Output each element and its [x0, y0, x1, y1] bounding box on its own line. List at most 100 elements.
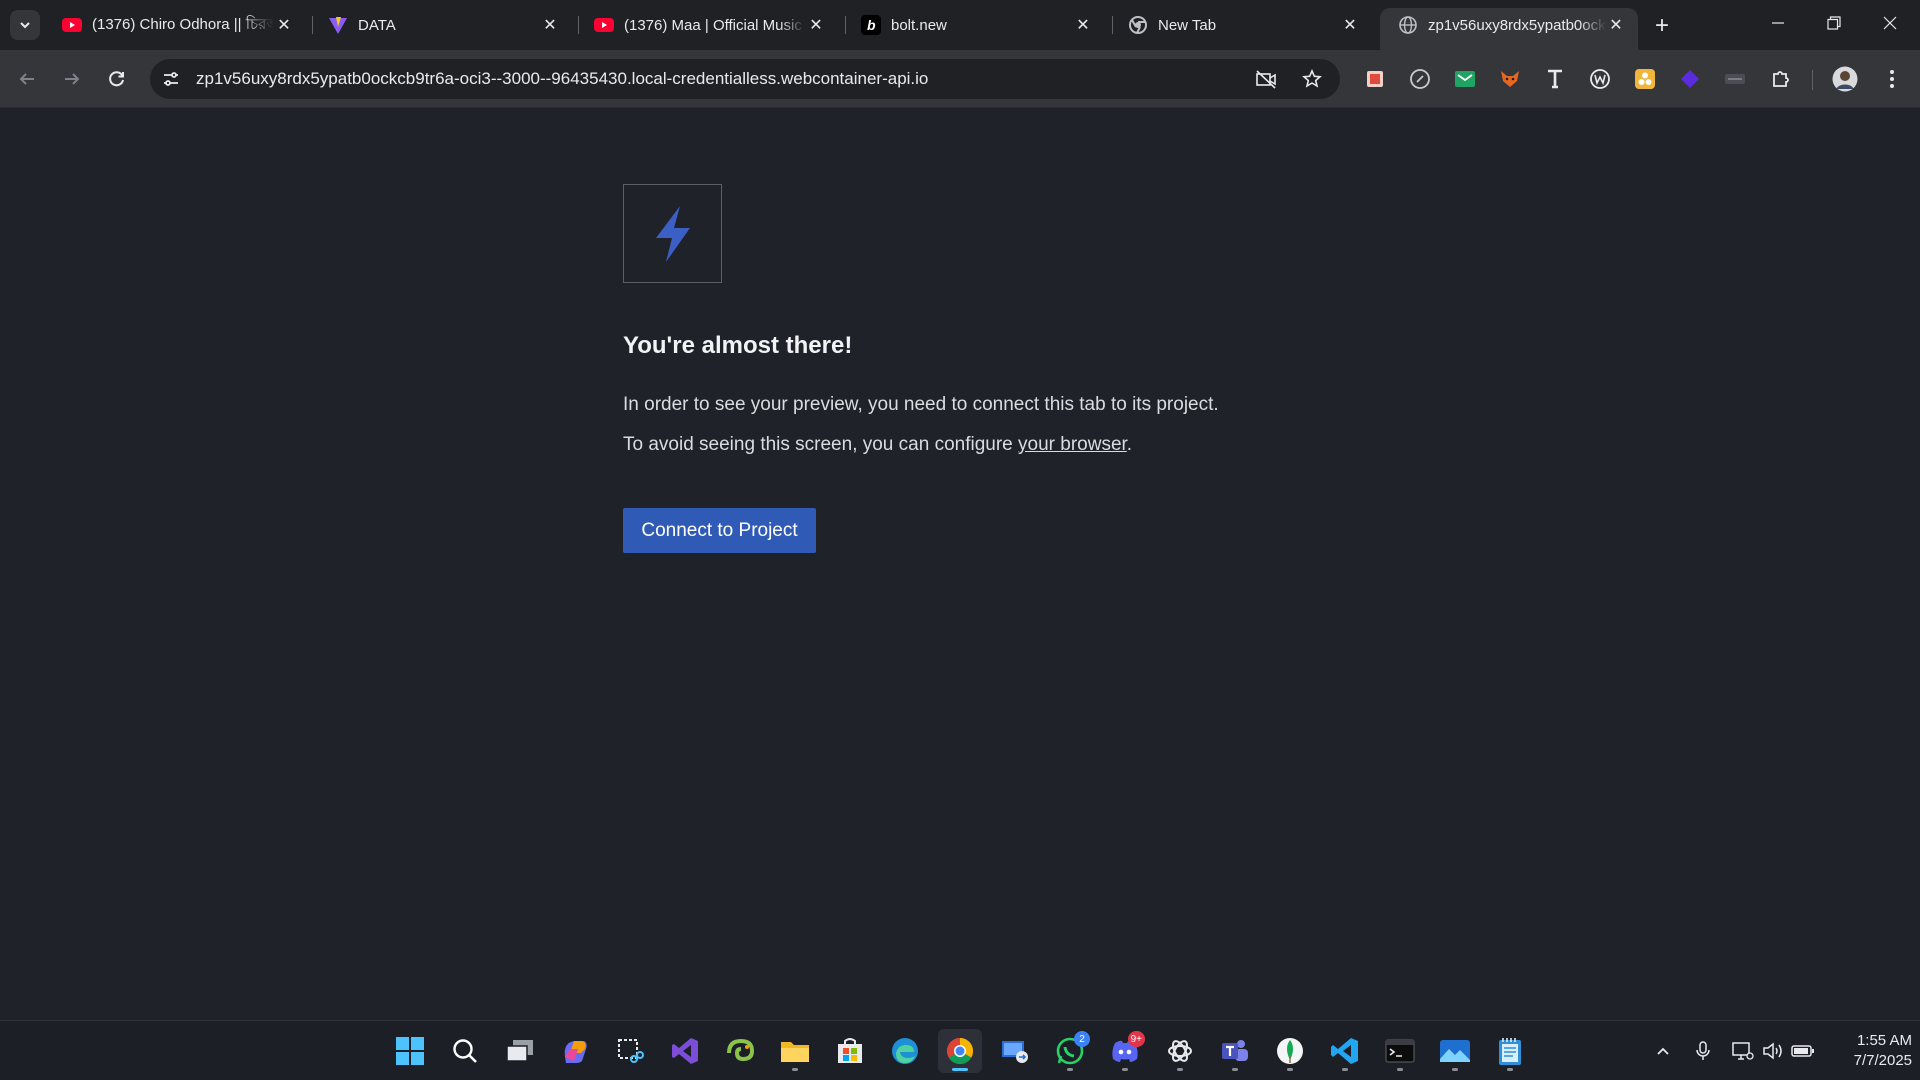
task-view-icon	[506, 1040, 533, 1062]
svg-text:b: b	[867, 17, 876, 33]
close-icon[interactable]: ✕	[1073, 15, 1093, 35]
configure-browser-text: To avoid seeing this screen, you can con…	[623, 434, 1132, 456]
pdf-extension-icon[interactable]	[1361, 65, 1389, 93]
microsoft-store-app[interactable]	[828, 1029, 872, 1073]
honey-extension-icon[interactable]	[1631, 65, 1659, 93]
close-window-button[interactable]	[1862, 0, 1918, 46]
minimize-button[interactable]	[1750, 0, 1806, 46]
chrome-icon	[946, 1037, 974, 1065]
close-icon[interactable]: ✕	[540, 15, 560, 35]
file-explorer-app[interactable]	[773, 1029, 817, 1073]
new-tab-button[interactable]: +	[1648, 12, 1676, 40]
tab-webcontainer-preview[interactable]: zp1v56uxy8rdx5ypatb0ockcb9tr6a ✕	[1380, 8, 1638, 50]
connect-to-project-button[interactable]: Connect to Project	[623, 508, 816, 553]
tab-youtube-maa[interactable]: (1376) Maa | Official Music Video ✕	[576, 8, 838, 42]
show-hidden-icons-button[interactable]	[1651, 1039, 1675, 1063]
chameleon-icon	[727, 1038, 755, 1062]
system-clock[interactable]: 1:55 AM 7/7/2025	[1824, 1031, 1912, 1071]
chrome-app[interactable]	[938, 1029, 982, 1073]
your-browser-link[interactable]: your browser	[1018, 434, 1127, 455]
font-t-extension-icon[interactable]	[1541, 65, 1569, 93]
windows-taskbar: 2 9+ 1:55 AM 7/7/2025	[0, 1020, 1920, 1080]
running-indicator	[1067, 1068, 1073, 1071]
back-button[interactable]	[12, 64, 42, 94]
configure-text-suffix: .	[1126, 434, 1133, 455]
tab-youtube-chiro-odhora[interactable]: (1376) Chiro Odhora || চিরঅধরা ✕	[44, 8, 306, 42]
store-icon	[838, 1038, 862, 1063]
tab-title: bolt.new	[891, 16, 947, 34]
keyboard-extension-icon[interactable]	[1721, 65, 1749, 93]
whatsapp-app[interactable]: 2	[1048, 1029, 1092, 1073]
running-indicator	[792, 1068, 798, 1071]
fox-extension-icon[interactable]	[1496, 65, 1524, 93]
network-icon[interactable]	[1731, 1039, 1755, 1063]
photos-app[interactable]	[1433, 1029, 1477, 1073]
running-indicator	[952, 1068, 968, 1071]
microphone-icon[interactable]	[1691, 1039, 1715, 1063]
close-icon	[1883, 16, 1897, 30]
task-view-button[interactable]	[498, 1029, 542, 1073]
reload-button[interactable]	[102, 64, 132, 94]
copilot-app[interactable]	[553, 1029, 597, 1073]
url-text[interactable]: zp1v56uxy8rdx5ypatb0ockcb9tr6a-oci3--300…	[196, 69, 928, 89]
discord-app[interactable]: 9+	[1103, 1029, 1147, 1073]
clock-time: 1:55 AM	[1856, 1032, 1912, 1049]
taskbar-search-button[interactable]	[443, 1029, 487, 1073]
running-indicator	[1397, 1068, 1403, 1071]
tab-data[interactable]: DATA ✕	[310, 8, 572, 42]
notepad-app[interactable]	[1488, 1029, 1532, 1073]
bolt-logo	[623, 184, 722, 283]
puzzle-extensions-icon[interactable]	[1767, 65, 1795, 93]
edge-app[interactable]	[883, 1029, 927, 1073]
folder-icon	[781, 1042, 809, 1062]
more-menu-icon[interactable]	[1878, 65, 1906, 93]
close-icon[interactable]: ✕	[806, 15, 826, 35]
vs-code-icon	[1331, 1038, 1358, 1064]
address-bar[interactable]: zp1v56uxy8rdx5ypatb0ockcb9tr6a-oci3--300…	[150, 59, 1340, 99]
notepad-icon	[1499, 1038, 1521, 1065]
restore-button[interactable]	[1806, 0, 1862, 46]
battery-icon[interactable]	[1791, 1039, 1815, 1063]
clock-date: 7/7/2025	[1853, 1052, 1912, 1069]
terminal-app[interactable]	[1378, 1029, 1422, 1073]
close-icon[interactable]: ✕	[1606, 15, 1626, 35]
teams-app[interactable]	[1213, 1029, 1257, 1073]
volume-icon[interactable]	[1761, 1039, 1785, 1063]
tab-search-button[interactable]	[10, 10, 40, 40]
close-icon[interactable]: ✕	[1340, 15, 1360, 35]
bookmark-star-icon[interactable]	[1298, 65, 1326, 93]
site-info-button[interactable]	[154, 62, 188, 96]
vs-code-app[interactable]	[1323, 1029, 1367, 1073]
arrow-left-icon	[19, 73, 34, 85]
profile-avatar[interactable]	[1831, 65, 1859, 93]
youtube-icon	[62, 15, 82, 35]
copilot-icon	[564, 1041, 587, 1063]
mail-extension-icon[interactable]	[1451, 65, 1479, 93]
compass-extension-icon[interactable]	[1406, 65, 1434, 93]
purple-gem-extension-icon[interactable]	[1676, 65, 1704, 93]
tab-title: zp1v56uxy8rdx5ypatb0ockcb9tr6a	[1428, 16, 1606, 34]
page-content: You're almost there! In order to see you…	[0, 108, 1920, 1020]
page-heading: You're almost there!	[623, 332, 853, 359]
chameleon-app[interactable]	[718, 1029, 762, 1073]
chatgpt-app[interactable]	[1158, 1029, 1202, 1073]
mongodb-compass-app[interactable]	[1268, 1029, 1312, 1073]
tab-bolt-new[interactable]: b bolt.new ✕	[843, 8, 1105, 42]
wordtune-extension-icon[interactable]	[1586, 65, 1614, 93]
snipping-tool-icon	[618, 1039, 644, 1063]
close-icon[interactable]: ✕	[274, 15, 294, 35]
start-button[interactable]	[388, 1029, 432, 1073]
chevron-up-icon	[1657, 1047, 1669, 1055]
tab-new-tab[interactable]: New Tab ✕	[1110, 8, 1372, 42]
forward-button[interactable]	[57, 64, 87, 94]
visual-studio-app[interactable]	[663, 1029, 707, 1073]
snipping-tool-app[interactable]	[608, 1029, 652, 1073]
chatgpt-icon	[1168, 1040, 1192, 1062]
remote-desktop-app[interactable]	[993, 1029, 1037, 1073]
tab-title: DATA	[358, 16, 396, 34]
notification-badge: 2	[1074, 1031, 1090, 1047]
chevron-down-icon	[20, 22, 30, 29]
tab-title: New Tab	[1158, 16, 1217, 34]
camera-blocked-icon[interactable]	[1252, 65, 1280, 93]
chrome-icon	[1128, 15, 1148, 35]
